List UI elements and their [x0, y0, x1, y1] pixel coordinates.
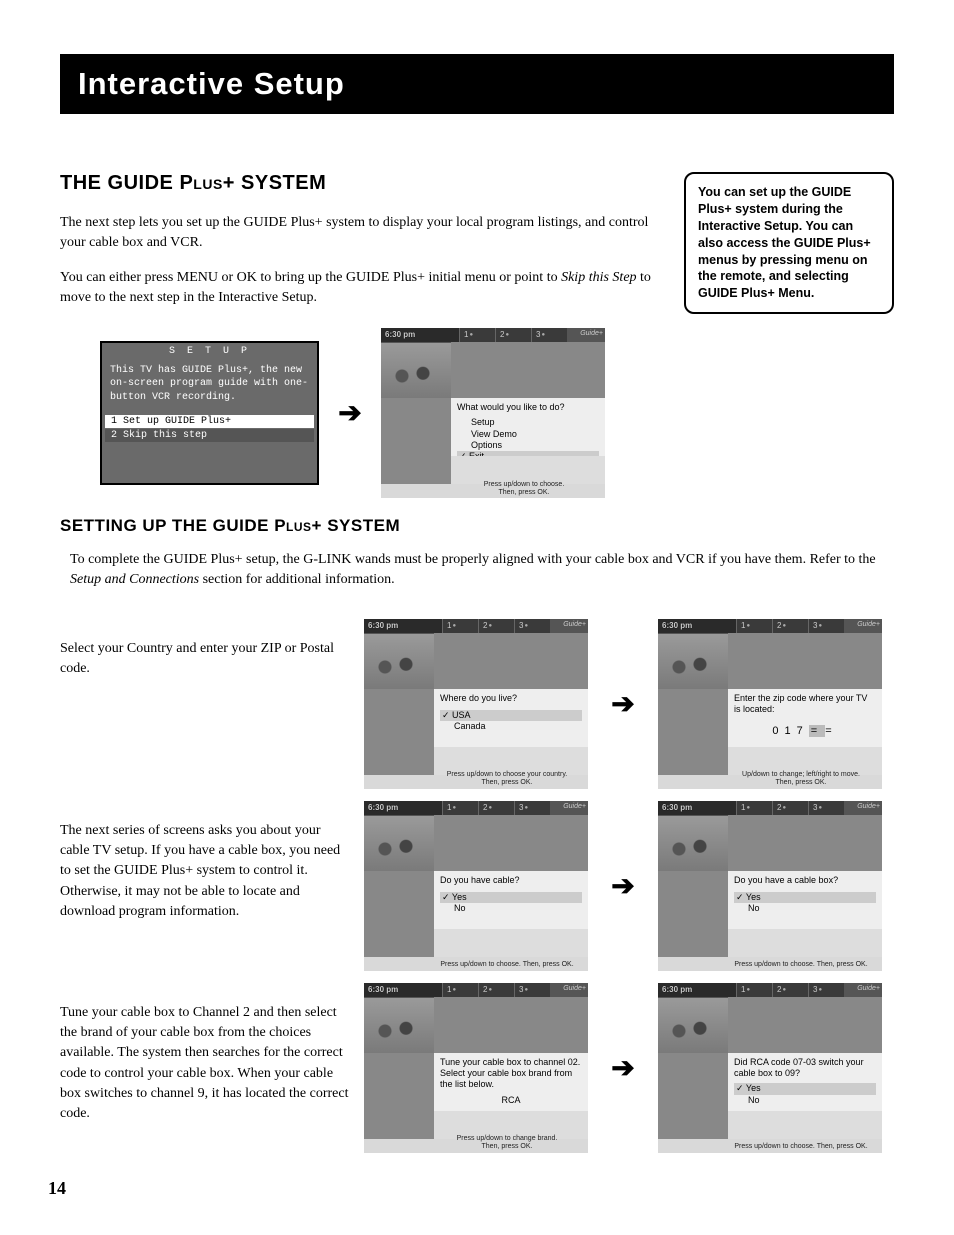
- arrow-icon: ➔: [602, 869, 644, 903]
- setup-menu-item-1: 1 Set up GUIDE Plus+: [105, 415, 314, 428]
- arrow-icon: ➔: [602, 687, 644, 721]
- chapter-title: Interactive Setup: [60, 54, 894, 114]
- setup-menu-item-2: 2 Skip this step: [105, 429, 314, 442]
- setup-screen-blurb: This TV has GUIDE Plus+, the new on-scre…: [102, 360, 317, 415]
- cable-brand-value: RCA: [440, 1095, 582, 1106]
- body-para-1: The next step lets you set up the GUIDE …: [60, 213, 666, 254]
- guide-screen-code: 6:30 pm 123 Guide+ Did RCA code 07-03 sw…: [658, 983, 882, 1153]
- step1-text: Select your Country and enter your ZIP o…: [60, 619, 350, 680]
- setup-screen-header: S E T U P: [102, 343, 317, 360]
- sidebar-note: You can set up the GUIDE Plus+ system du…: [684, 172, 894, 314]
- subsection-intro: To complete the GUIDE Plus+ setup, the G…: [70, 550, 894, 591]
- guide-screen-zip: 6:30 pm 123 Guide+ Enter the zip code wh…: [658, 619, 882, 789]
- setup-screen: S E T U P This TV has GUIDE Plus+, the n…: [100, 341, 319, 486]
- zip-digits: 017==: [734, 715, 876, 739]
- step2-text: The next series of screens asks you abou…: [60, 801, 350, 922]
- guide-screen-cable: 6:30 pm 123 Guide+ Do you have cable? Ye…: [364, 801, 588, 971]
- body-para-2: You can either press MENU or OK to bring…: [60, 268, 666, 309]
- subsection-heading: SETTING UP THE GUIDE Plus+ SYSTEM: [60, 516, 894, 536]
- arrow-icon: ➔: [329, 396, 371, 430]
- guide-screen-country: 6:30 pm 123 Guide+ Where do you live? US…: [364, 619, 588, 789]
- guide-screen-brand: 6:30 pm 123 Guide+ Tune your cable box t…: [364, 983, 588, 1153]
- step3-text: Tune your cable box to Channel 2 and the…: [60, 983, 350, 1125]
- guide-logo: Guide+: [567, 328, 605, 342]
- arrow-icon: ➔: [602, 1051, 644, 1085]
- guide-screen-initial: 6:30 pm 1 2 3 Guide+ What would you like…: [381, 328, 605, 498]
- page-number: 14: [48, 1178, 66, 1199]
- guide-screen-cablebox: 6:30 pm 123 Guide+ Do you have a cable b…: [658, 801, 882, 971]
- guide-footer: Press up/down to choose. Then, press OK.: [449, 481, 599, 496]
- guide-prompt: What would you like to do?: [457, 402, 599, 413]
- guide-time: 6:30 pm: [381, 328, 459, 342]
- section-heading: THE GUIDE Plus+ SYSTEM: [60, 172, 666, 195]
